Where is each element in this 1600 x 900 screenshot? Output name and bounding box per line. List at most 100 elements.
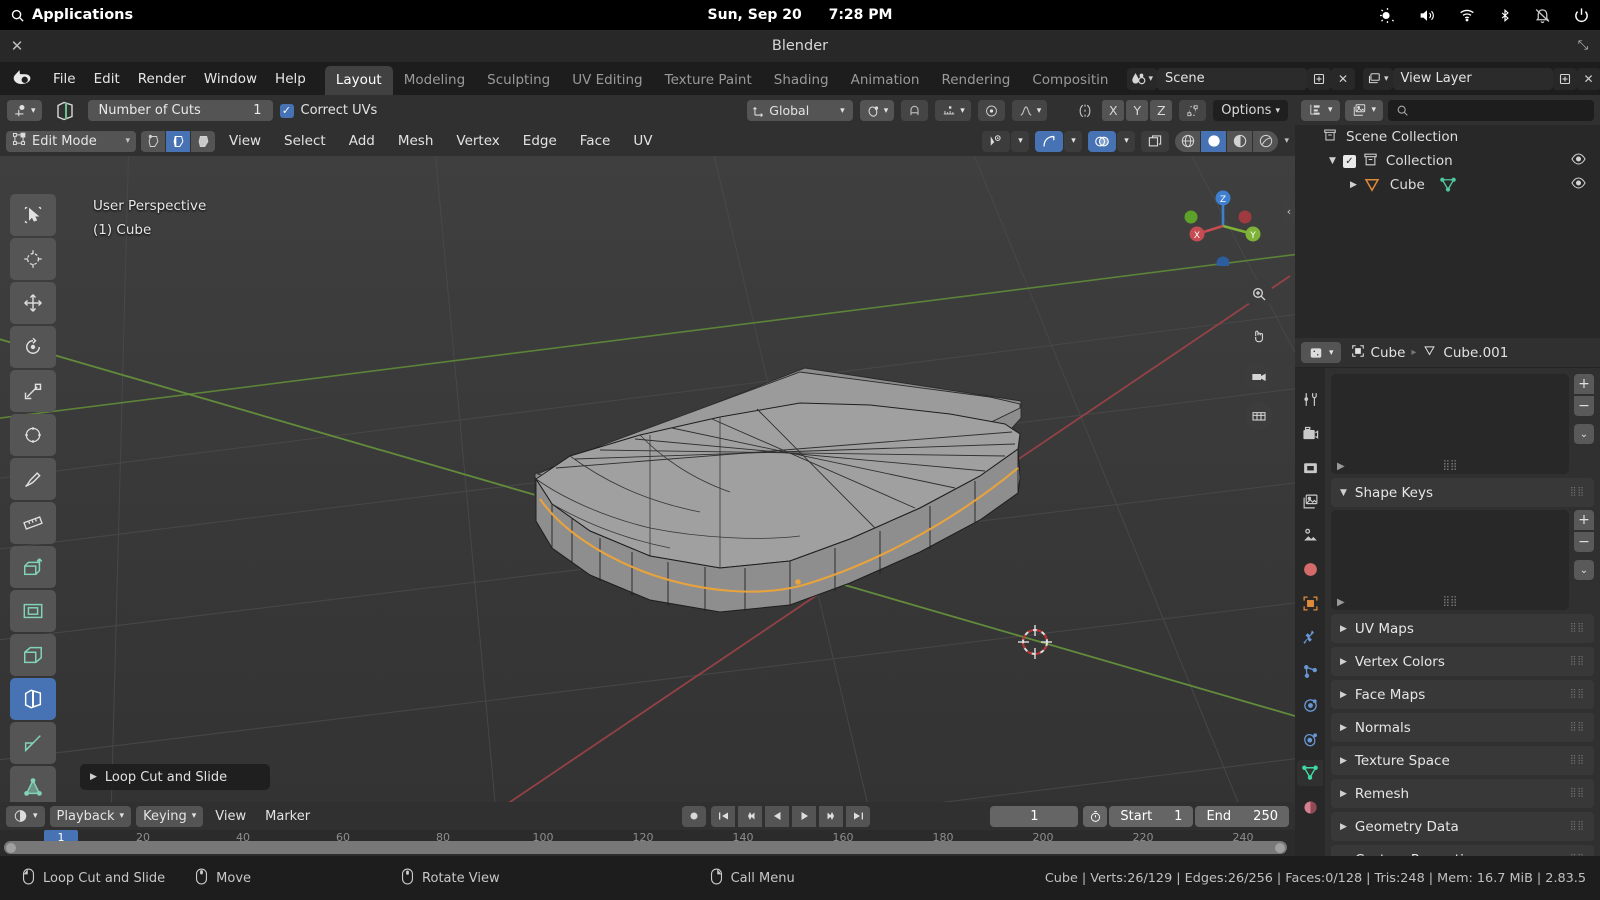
modifier-tab[interactable] <box>1297 624 1323 650</box>
keying-dropdown[interactable]: Keying ▾ <box>136 805 204 827</box>
wireframe-shading-icon[interactable] <box>1175 130 1201 152</box>
pan-view-icon[interactable] <box>1245 322 1273 350</box>
show-overlays-icon[interactable] <box>1088 130 1117 152</box>
transform-orientation-dropdown[interactable]: Global ▾ <box>747 100 853 121</box>
uv-maps-panel-header[interactable]: ▶ UV Maps ⣿⣿ <box>1331 614 1594 643</box>
outliner-row-collection[interactable]: ▼ ✓ Collection <box>1295 149 1600 173</box>
remove-view-layer-icon[interactable]: ✕ <box>1576 67 1600 90</box>
knife-tool[interactable] <box>10 722 56 764</box>
viewport-menu-edge[interactable]: Edge <box>514 130 566 152</box>
outliner-display-mode-icon[interactable]: ▾ <box>1344 99 1384 121</box>
add-shape-key-button[interactable]: + <box>1574 510 1594 530</box>
inset-faces-tool[interactable] <box>10 590 56 632</box>
play-button[interactable] <box>792 805 817 827</box>
zoom-view-icon[interactable] <box>1245 280 1273 308</box>
camera-view-icon[interactable] <box>1245 362 1273 390</box>
view-layer-tab[interactable] <box>1297 488 1323 514</box>
remove-shape-key-button[interactable]: − <box>1574 532 1594 552</box>
transform-tool[interactable] <box>10 414 56 456</box>
workspace-tab-compositing[interactable]: Compositin <box>1021 66 1119 95</box>
jump-to-start-button[interactable] <box>711 805 736 827</box>
material-preview-shading-icon[interactable] <box>1227 130 1253 152</box>
scene-name-field[interactable]: Scene <box>1156 67 1307 90</box>
mesh-data-icon[interactable] <box>1439 176 1457 194</box>
mirror-icon[interactable] <box>1075 103 1095 119</box>
maximize-icon[interactable]: ⤡ <box>1575 38 1591 54</box>
jump-to-end-button[interactable] <box>846 805 871 827</box>
solid-shading-icon[interactable] <box>1201 130 1227 152</box>
properties-editor-type-icon[interactable]: ▾ <box>1301 342 1341 363</box>
power-icon[interactable] <box>1573 7 1590 24</box>
disclosure-triangle-icon[interactable]: ▼ <box>1329 156 1336 166</box>
shading-dropdown-icon[interactable]: ▾ <box>1284 136 1289 146</box>
falloff-curve-icon[interactable]: ▾ <box>1011 100 1048 121</box>
workspace-tab-modeling[interactable]: Modeling <box>393 66 476 95</box>
scene-browse-icon[interactable]: ▾ <box>1127 67 1157 90</box>
outliner-row-cube[interactable]: ▶ Cube <box>1295 173 1600 197</box>
collection-checkbox[interactable]: ✓ <box>1342 154 1356 168</box>
disclosure-triangle-icon[interactable]: ▶ <box>1350 180 1357 190</box>
scale-tool[interactable] <box>10 370 56 412</box>
tool-tab[interactable] <box>1297 386 1323 412</box>
correct-uvs-checkbox[interactable]: ✓ Correct UVs <box>279 103 377 118</box>
geometry-data-panel-header[interactable]: ▶ Geometry Data ⣿⣿ <box>1331 812 1594 841</box>
vertex-group-specials-button[interactable]: ⌄ <box>1574 424 1594 444</box>
show-gizmo-icon[interactable] <box>1035 130 1064 152</box>
loop-cut-tool[interactable] <box>10 678 56 720</box>
end-frame-field[interactable]: End 250 <box>1195 805 1289 827</box>
timeline-horizontal-scrollbar[interactable] <box>4 841 1287 854</box>
topology-mirror-icon[interactable] <box>1179 100 1207 121</box>
vertex-colors-panel-header[interactable]: ▶ Vertex Colors ⣿⣿ <box>1331 647 1594 676</box>
render-tab[interactable] <box>1297 420 1323 446</box>
edge-select-icon[interactable] <box>166 130 190 152</box>
outliner-row-scene-collection[interactable]: Scene Collection <box>1295 125 1600 149</box>
active-tool-icon[interactable]: ▾ <box>7 100 42 121</box>
interaction-mode-dropdown[interactable]: Edit Mode ▾ <box>6 130 136 152</box>
menu-edit[interactable]: Edit <box>85 67 129 91</box>
options-dropdown[interactable]: Options ▾ <box>1213 100 1288 121</box>
poly-build-tool[interactable] <box>10 766 56 802</box>
list-resize-grip[interactable]: ⣿⣿ <box>1331 596 1569 607</box>
menu-render[interactable]: Render <box>129 67 195 91</box>
shape-keys-list[interactable]: ▶ ⣿⣿ <box>1331 510 1569 610</box>
notifications-muted-icon[interactable] <box>1534 7 1551 24</box>
remove-vertex-group-button[interactable]: − <box>1574 396 1594 416</box>
pivot-point-dropdown[interactable]: ▾ <box>859 100 895 121</box>
remove-scene-icon[interactable]: ✕ <box>1330 67 1355 90</box>
blender-logo-icon[interactable] <box>12 67 34 91</box>
shape-keys-panel-header[interactable]: ▼ Shape Keys ⣿⣿ <box>1331 478 1594 507</box>
measure-tool[interactable] <box>10 502 56 544</box>
viewport-menu-mesh[interactable]: Mesh <box>389 130 443 152</box>
face-maps-panel-header[interactable]: ▶ Face Maps ⣿⣿ <box>1331 680 1594 709</box>
operator-panel[interactable]: ▶ Loop Cut and Slide <box>80 764 270 790</box>
view-layer-name-field[interactable]: View Layer <box>1392 67 1553 90</box>
mirror-axis-x[interactable]: X <box>1102 100 1125 121</box>
os-clock[interactable]: Sun, Sep 20 7:28 PM <box>0 7 1600 23</box>
use-preview-range-icon[interactable] <box>1083 805 1108 827</box>
physics-tab[interactable] <box>1297 692 1323 718</box>
material-tab[interactable] <box>1297 794 1323 820</box>
outliner-editor-type-icon[interactable]: ▾ <box>1301 99 1340 121</box>
vertex-groups-list[interactable]: ▶ ⣿⣿ <box>1331 374 1569 474</box>
list-resize-grip[interactable]: ⣿⣿ <box>1331 460 1569 471</box>
menu-window[interactable]: Window <box>195 67 266 91</box>
workspace-tab-animation[interactable]: Animation <box>840 66 931 95</box>
add-vertex-group-button[interactable]: + <box>1574 374 1594 394</box>
new-scene-icon[interactable] <box>1306 67 1331 90</box>
world-tab[interactable] <box>1297 556 1323 582</box>
next-keyframe-button[interactable] <box>819 805 844 827</box>
workspace-tab-sculpting[interactable]: Sculpting <box>476 66 561 95</box>
previous-keyframe-button[interactable] <box>738 805 763 827</box>
breadcrumb-object-label[interactable]: Cube <box>1371 345 1406 361</box>
viewport-menu-view[interactable]: View <box>220 130 270 152</box>
workspace-tab-texture-paint[interactable]: Texture Paint <box>654 66 763 95</box>
playback-dropdown[interactable]: Playback ▾ <box>49 805 132 827</box>
timeline-menu-marker[interactable]: Marker <box>258 806 317 827</box>
mirror-axis-y[interactable]: Y <box>1126 100 1149 121</box>
object-data-tab[interactable] <box>1297 760 1323 786</box>
annotate-tool[interactable] <box>10 458 56 500</box>
editor-type-icon[interactable]: ▾ <box>6 805 45 827</box>
new-view-layer-icon[interactable] <box>1552 67 1577 90</box>
current-frame-field[interactable]: 1 <box>990 805 1079 827</box>
auto-keying-icon[interactable] <box>682 805 707 827</box>
